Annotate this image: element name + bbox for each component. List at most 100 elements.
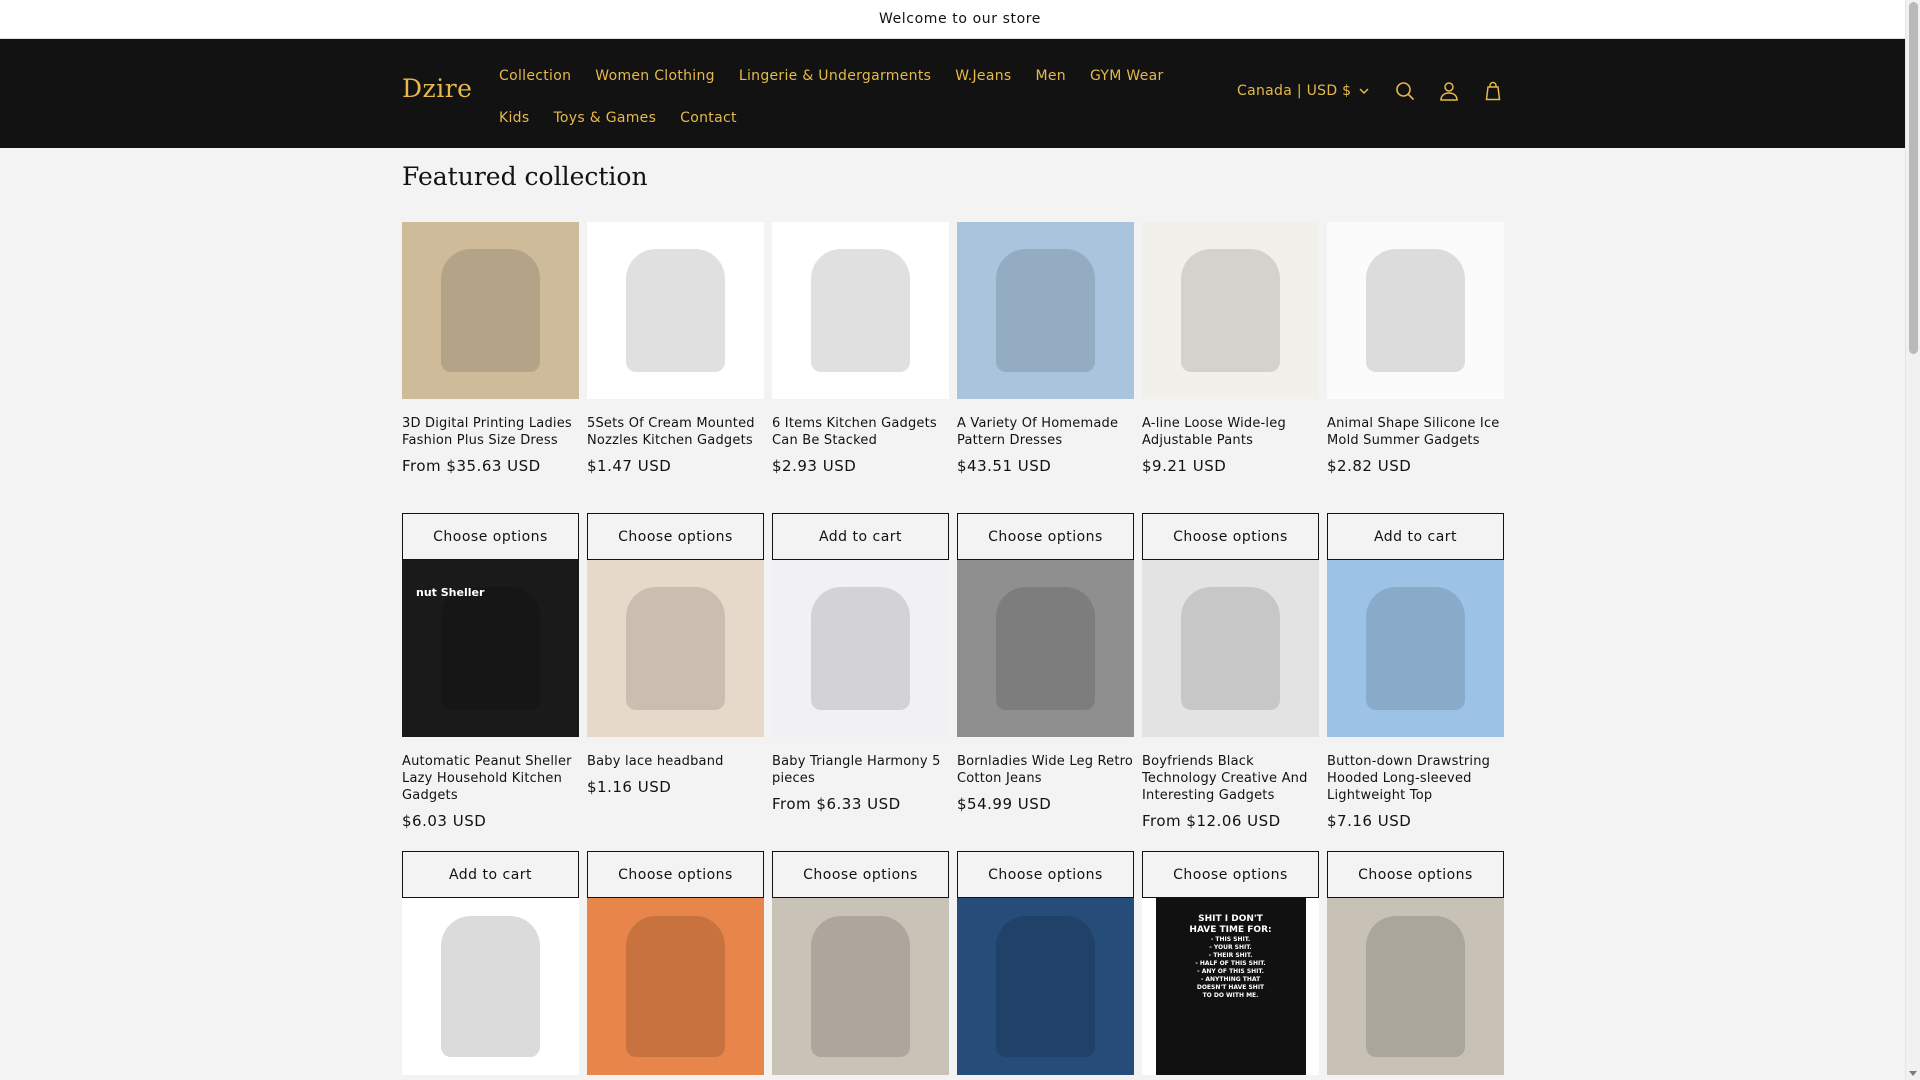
product-image[interactable] — [587, 222, 764, 399]
product-image[interactable] — [587, 560, 764, 737]
product-image-shape — [995, 586, 1096, 711]
product-card[interactable]: Animal Shape Silicone Ice Mold Summer Ga… — [1327, 222, 1504, 560]
product-image[interactable] — [1327, 560, 1504, 737]
nav-gym-wear[interactable]: GYM Wear — [1078, 55, 1176, 97]
product-image[interactable] — [1142, 560, 1319, 737]
product-card[interactable]: Baby lace headband $1.16 USD Choose option… — [587, 560, 764, 898]
product-image-shape — [625, 248, 726, 373]
product-image-shape — [625, 915, 726, 1058]
product-title[interactable]: 3D Digital Printing Ladies Fashion Plus … — [402, 415, 579, 449]
choose-options-button[interactable]: Choose options — [402, 513, 579, 560]
country-label: Canada | USD $ — [1237, 83, 1352, 99]
product-image[interactable]: nut Sheller — [402, 560, 579, 737]
product-image[interactable] — [957, 560, 1134, 737]
product-card[interactable]: nut Sheller Automatic Peanut Sheller Lazy… — [402, 560, 579, 898]
tshirt-text-line: - HALF OF THIS SHIT. — [1195, 960, 1266, 967]
product-card[interactable]: A-line Loose Wide-leg Adjustable Pants $9… — [1142, 222, 1319, 560]
product-title[interactable]: Bornladies Wide Leg Retro Cotton Jeans — [957, 753, 1134, 787]
product-image[interactable] — [1327, 898, 1504, 1075]
scroll-down-arrow-icon[interactable] — [1909, 1071, 1917, 1076]
tshirt-text-line: - THIS SHIT. — [1210, 936, 1251, 943]
product-price: $6.03 USD — [402, 812, 487, 830]
add-to-cart-button[interactable]: Add to cart — [772, 513, 949, 560]
account-icon[interactable] — [1427, 75, 1471, 107]
product-image[interactable] — [587, 898, 764, 1075]
tshirt-text-line: DOESN'T HAVE SHIT — [1196, 984, 1265, 991]
choose-options-button[interactable]: Choose options — [587, 513, 764, 560]
product-title[interactable]: Button-down Drawstring Hooded Long-sleev… — [1327, 753, 1504, 804]
product-image[interactable] — [402, 222, 579, 399]
product-image[interactable]: SHIT I DON'T HAVE TIME FOR: - THIS SHIT. - … — [1142, 898, 1319, 1075]
nav-collection[interactable]: Collection — [487, 55, 583, 97]
store-logo[interactable]: Dzire — [402, 74, 472, 103]
product-card[interactable]: 6 Items Kitchen Gadgets Can Be Stacked $2… — [772, 222, 949, 560]
product-price: $2.93 USD — [772, 457, 857, 475]
product-card[interactable]: 3D Digital Printing Ladies Fashion Plus … — [402, 222, 579, 560]
product-card[interactable] — [587, 898, 764, 1075]
product-image-label: nut Sheller — [416, 586, 485, 599]
country-selector[interactable]: Canada | USD $ — [1237, 75, 1369, 107]
product-title[interactable]: A Variety Of Homemade Pattern Dresses — [957, 415, 1134, 449]
product-title[interactable]: Baby Triangle Harmony 5 pieces — [772, 753, 949, 787]
choose-options-button[interactable]: Choose options — [957, 851, 1134, 898]
choose-options-button[interactable]: Choose options — [1142, 513, 1319, 560]
choose-options-button[interactable]: Choose options — [772, 851, 949, 898]
product-image-shape — [1365, 915, 1466, 1058]
product-title[interactable]: Boyfriends Black Technology Creative And… — [1142, 753, 1319, 804]
announcement-text: Welcome to our store — [878, 11, 1042, 27]
nav-men[interactable]: Men — [1024, 55, 1078, 97]
nav-contact[interactable]: Contact — [668, 97, 749, 139]
choose-options-button[interactable]: Choose options — [957, 513, 1134, 560]
product-image[interactable] — [772, 222, 949, 399]
product-card[interactable]: Button-down Drawstring Hooded Long-sleev… — [1327, 560, 1504, 898]
product-card[interactable]: SHIT I DON'T HAVE TIME FOR: - THIS SHIT. - … — [1142, 898, 1319, 1075]
product-title[interactable]: Baby lace headband — [587, 753, 764, 770]
search-icon[interactable] — [1383, 75, 1427, 107]
product-image[interactable] — [772, 560, 949, 737]
product-card[interactable]: 5Sets Of Cream Mounted Nozzles Kitchen G… — [587, 222, 764, 560]
product-image[interactable] — [402, 898, 579, 1075]
nav-lingerie[interactable]: Lingerie & Undergarments — [727, 55, 943, 97]
nav-w-jeans[interactable]: W.Jeans — [943, 55, 1023, 97]
chevron-down-icon — [1359, 87, 1369, 94]
product-image[interactable] — [1142, 222, 1319, 399]
product-image-shape — [995, 915, 1096, 1058]
product-price: $7.16 USD — [1327, 812, 1412, 830]
product-image-shape — [625, 586, 726, 711]
product-card[interactable]: A Variety Of Homemade Pattern Dresses $43… — [957, 222, 1134, 560]
product-title[interactable]: Animal Shape Silicone Ice Mold Summer Ga… — [1327, 415, 1504, 449]
product-image-shape — [440, 248, 541, 373]
cart-icon[interactable] — [1471, 75, 1515, 107]
product-image[interactable] — [957, 222, 1134, 399]
product-card[interactable]: Boyfriends Black Technology Creative And… — [1142, 560, 1319, 898]
add-to-cart-button[interactable]: Add to cart — [402, 851, 579, 898]
nav-kids[interactable]: Kids — [487, 97, 541, 139]
product-price: $1.47 USD — [587, 457, 672, 475]
product-title[interactable]: A-line Loose Wide-leg Adjustable Pants — [1142, 415, 1319, 449]
tshirt-text-line: SHIT I DON'T — [1198, 914, 1263, 924]
choose-options-button[interactable]: Choose options — [587, 851, 764, 898]
tshirt-text-line: - YOUR SHIT. — [1209, 944, 1252, 951]
product-card[interactable] — [402, 898, 579, 1075]
product-title[interactable]: 5Sets Of Cream Mounted Nozzles Kitchen G… — [587, 415, 764, 449]
nav-women-clothing[interactable]: Women Clothing — [583, 55, 727, 97]
product-price: $1.16 USD — [587, 778, 672, 796]
product-title[interactable]: Automatic Peanut Sheller Lazy Household … — [402, 753, 579, 804]
tshirt-text-line: - ANYTHING THAT — [1200, 976, 1261, 983]
product-title[interactable]: 6 Items Kitchen Gadgets Can Be Stacked — [772, 415, 949, 449]
product-image[interactable] — [957, 898, 1134, 1075]
nav-toys-games[interactable]: Toys & Games — [541, 97, 668, 139]
add-to-cart-button[interactable]: Add to cart — [1327, 513, 1504, 560]
product-card[interactable]: Bornladies Wide Leg Retro Cotton Jeans $5… — [957, 560, 1134, 898]
product-image[interactable] — [1327, 222, 1504, 399]
scrollbar-thumb[interactable] — [1909, 2, 1918, 354]
choose-options-button[interactable]: Choose options — [1327, 851, 1504, 898]
product-card[interactable] — [957, 898, 1134, 1075]
product-card[interactable] — [772, 898, 949, 1075]
product-card[interactable]: Baby Triangle Harmony 5 pieces From $6.33… — [772, 560, 949, 898]
scrollbar[interactable] — [1905, 0, 1920, 1080]
tshirt-text-line: HAVE TIME FOR: — [1189, 925, 1272, 935]
product-card[interactable] — [1327, 898, 1504, 1075]
product-image[interactable] — [772, 898, 949, 1075]
choose-options-button[interactable]: Choose options — [1142, 851, 1319, 898]
